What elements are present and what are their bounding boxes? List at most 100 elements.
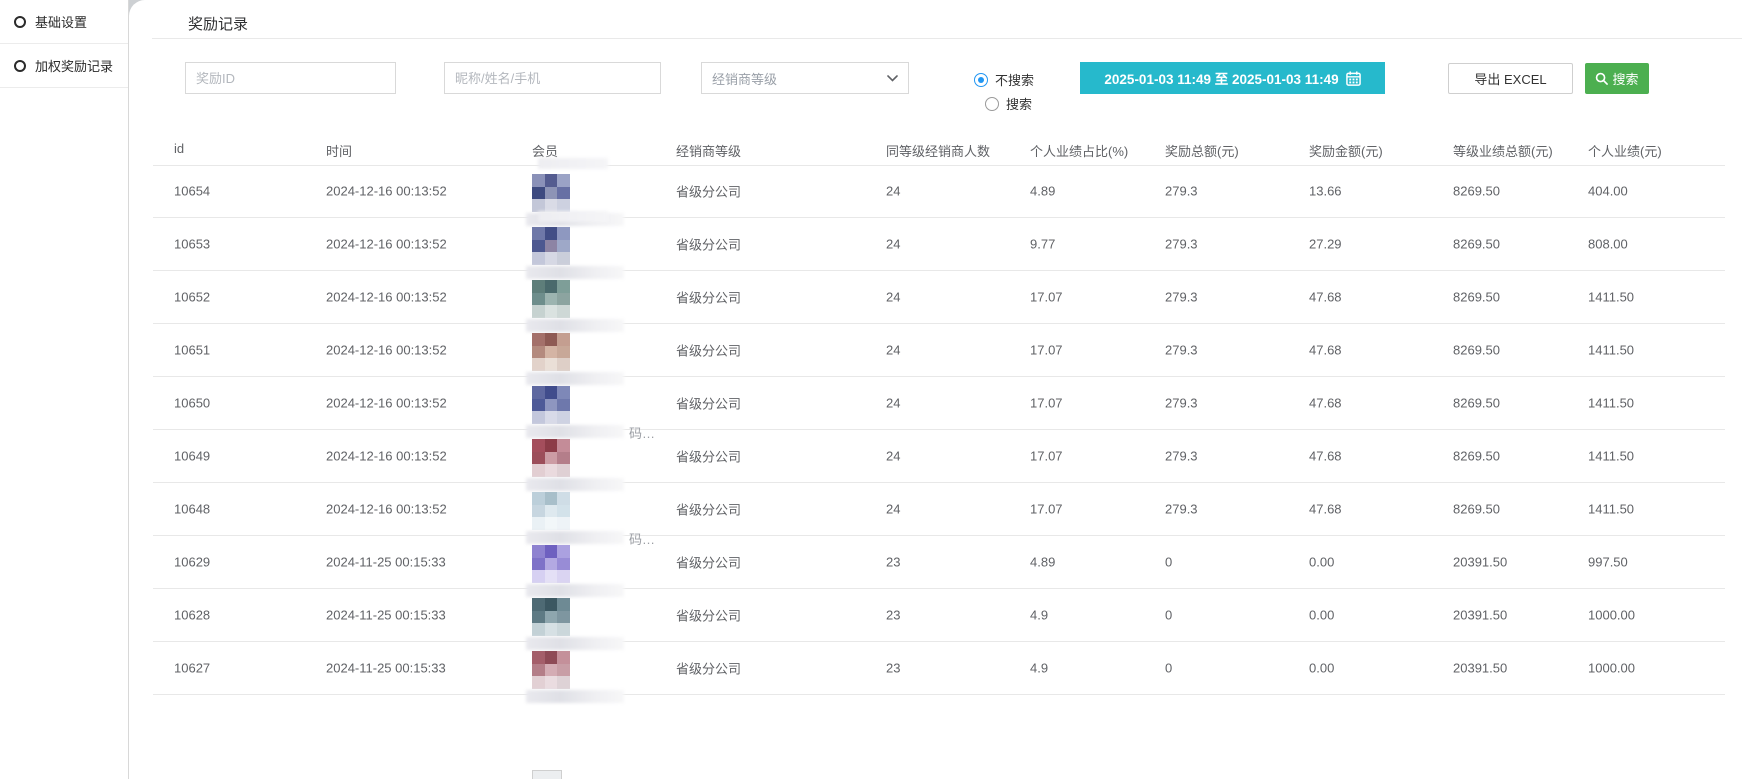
sidebar: 基础设置 加权奖励记录 (0, 0, 129, 779)
avatar-pixel (545, 664, 558, 677)
cell-ratio: 17.07 (1030, 343, 1063, 358)
avatar-pixel (557, 252, 570, 265)
cell-total: 279.3 (1165, 290, 1198, 305)
cell-time: 2024-11-25 00:15:33 (326, 555, 446, 570)
radio-search[interactable]: 搜索 (985, 94, 1032, 113)
cell-total: 0 (1165, 555, 1172, 570)
member-search-input[interactable] (444, 62, 661, 94)
cell-personal: 1000.00 (1588, 608, 1635, 623)
cell-personal: 808.00 (1588, 237, 1628, 252)
avatar-pixel (557, 651, 570, 664)
cell-total: 0 (1165, 661, 1172, 676)
cell-id: 10628 (174, 608, 210, 623)
member-name-suffix: 码… (629, 423, 655, 442)
avatar-pixel (532, 252, 545, 265)
avatar-pixel (545, 651, 558, 664)
cell-ratio: 17.07 (1030, 396, 1063, 411)
cell-level_total: 8269.50 (1453, 502, 1500, 517)
avatar-pixel (532, 545, 545, 558)
cell-id: 10648 (174, 502, 210, 517)
column-header: id (174, 141, 184, 156)
cell-time: 2024-11-25 00:15:33 (326, 661, 446, 676)
radio-no-search[interactable]: 不搜索 (974, 70, 1034, 89)
main-panel: 奖励记录 经销商等级 不搜索 搜索 2025-01-03 11:49 至 202… (129, 0, 1742, 779)
cell-amount: 47.68 (1309, 502, 1342, 517)
date-range-button[interactable]: 2025-01-03 11:49 至 2025-01-03 11:49 (1080, 62, 1385, 94)
cell-id: 10649 (174, 449, 210, 464)
cell-amount: 27.29 (1309, 237, 1342, 252)
column-header: 奖励金额(元) (1309, 141, 1383, 160)
avatar-pixel (545, 492, 558, 505)
cell-count: 24 (886, 343, 900, 358)
search-button[interactable]: 搜索 (1585, 63, 1649, 94)
member-avatar (532, 545, 570, 583)
cell-count: 24 (886, 237, 900, 252)
cell-level: 省级分公司 (676, 606, 741, 625)
member-avatar (532, 598, 570, 636)
avatar-pixel (557, 174, 570, 187)
cell-level: 省级分公司 (676, 553, 741, 572)
sidebar-item-basic-settings[interactable]: 基础设置 (0, 0, 128, 44)
cell-ratio: 4.89 (1030, 555, 1055, 570)
chevron-down-icon (887, 75, 898, 82)
cell-amount: 47.68 (1309, 290, 1342, 305)
avatar-pixel (545, 439, 558, 452)
member-name-blurred (526, 531, 624, 544)
cell-time: 2024-12-16 00:13:52 (326, 290, 447, 305)
table-body: 106542024-12-16 00:13:52省级分公司244.89279.3… (153, 165, 1725, 695)
cell-personal: 1411.50 (1588, 502, 1634, 517)
cell-ratio: 4.9 (1030, 661, 1048, 676)
export-excel-button[interactable]: 导出 EXCEL (1448, 63, 1573, 94)
column-header: 等级业绩总额(元) (1453, 141, 1553, 160)
avatar-pixel (532, 305, 545, 318)
cell-time: 2024-12-16 00:13:52 (326, 343, 447, 358)
table-row: 106512024-12-16 00:13:52省级分公司2417.07279.… (153, 324, 1725, 377)
cell-level_total: 20391.50 (1453, 555, 1507, 570)
cell-personal: 1411.50 (1588, 290, 1634, 305)
avatar-pixel (557, 545, 570, 558)
cell-time: 2024-11-25 00:15:33 (326, 608, 446, 623)
avatar-pixel (557, 227, 570, 240)
cell-level: 省级分公司 (676, 182, 741, 201)
avatar-pixel (545, 558, 558, 571)
table-row: 106522024-12-16 00:13:52省级分公司2417.07279.… (153, 271, 1725, 324)
cell-level_total: 8269.50 (1453, 184, 1500, 199)
next-row-avatar-fragment (532, 770, 562, 779)
dealer-level-select[interactable]: 经销商等级 (701, 62, 909, 94)
member-avatar (532, 439, 570, 477)
avatar-pixel (545, 386, 558, 399)
cell-level: 省级分公司 (676, 235, 741, 254)
table-row: 106292024-11-25 00:15:33省级分公司234.8900.00… (153, 536, 1725, 589)
cell-total: 279.3 (1165, 237, 1198, 252)
cell-level_total: 8269.50 (1453, 343, 1500, 358)
table-row: 106542024-12-16 00:13:52省级分公司244.89279.3… (153, 165, 1725, 218)
avatar-pixel (557, 492, 570, 505)
avatar-pixel (532, 293, 545, 306)
member-name-blurred (526, 425, 624, 438)
avatar-pixel (532, 664, 545, 677)
table-row: 106532024-12-16 00:13:52省级分公司249.77279.3… (153, 218, 1725, 271)
avatar-pixel (532, 240, 545, 253)
avatar-pixel (532, 517, 545, 530)
cell-level_total: 8269.50 (1453, 449, 1500, 464)
search-icon (1595, 72, 1608, 85)
column-header: 个人业绩(元) (1588, 141, 1662, 160)
cell-count: 24 (886, 184, 900, 199)
reward-id-input[interactable] (185, 62, 396, 94)
cell-time: 2024-12-16 00:13:52 (326, 449, 447, 464)
column-header: 时间 (326, 141, 352, 160)
cell-total: 0 (1165, 608, 1172, 623)
radio-unselected-icon (985, 97, 999, 111)
avatar-pixel (532, 452, 545, 465)
cell-personal: 1411.50 (1588, 343, 1634, 358)
member-name-blurred (526, 319, 624, 332)
cell-id: 10629 (174, 555, 210, 570)
avatar-pixel (545, 187, 558, 200)
avatar-pixel (545, 598, 558, 611)
avatar-pixel (532, 623, 545, 636)
search-button-label: 搜索 (1612, 69, 1638, 88)
sidebar-item-weighted-reward-records[interactable]: 加权奖励记录 (0, 44, 128, 88)
member-name-blurred (538, 211, 608, 222)
member-name-blurred (526, 637, 624, 650)
avatar-pixel (545, 293, 558, 306)
